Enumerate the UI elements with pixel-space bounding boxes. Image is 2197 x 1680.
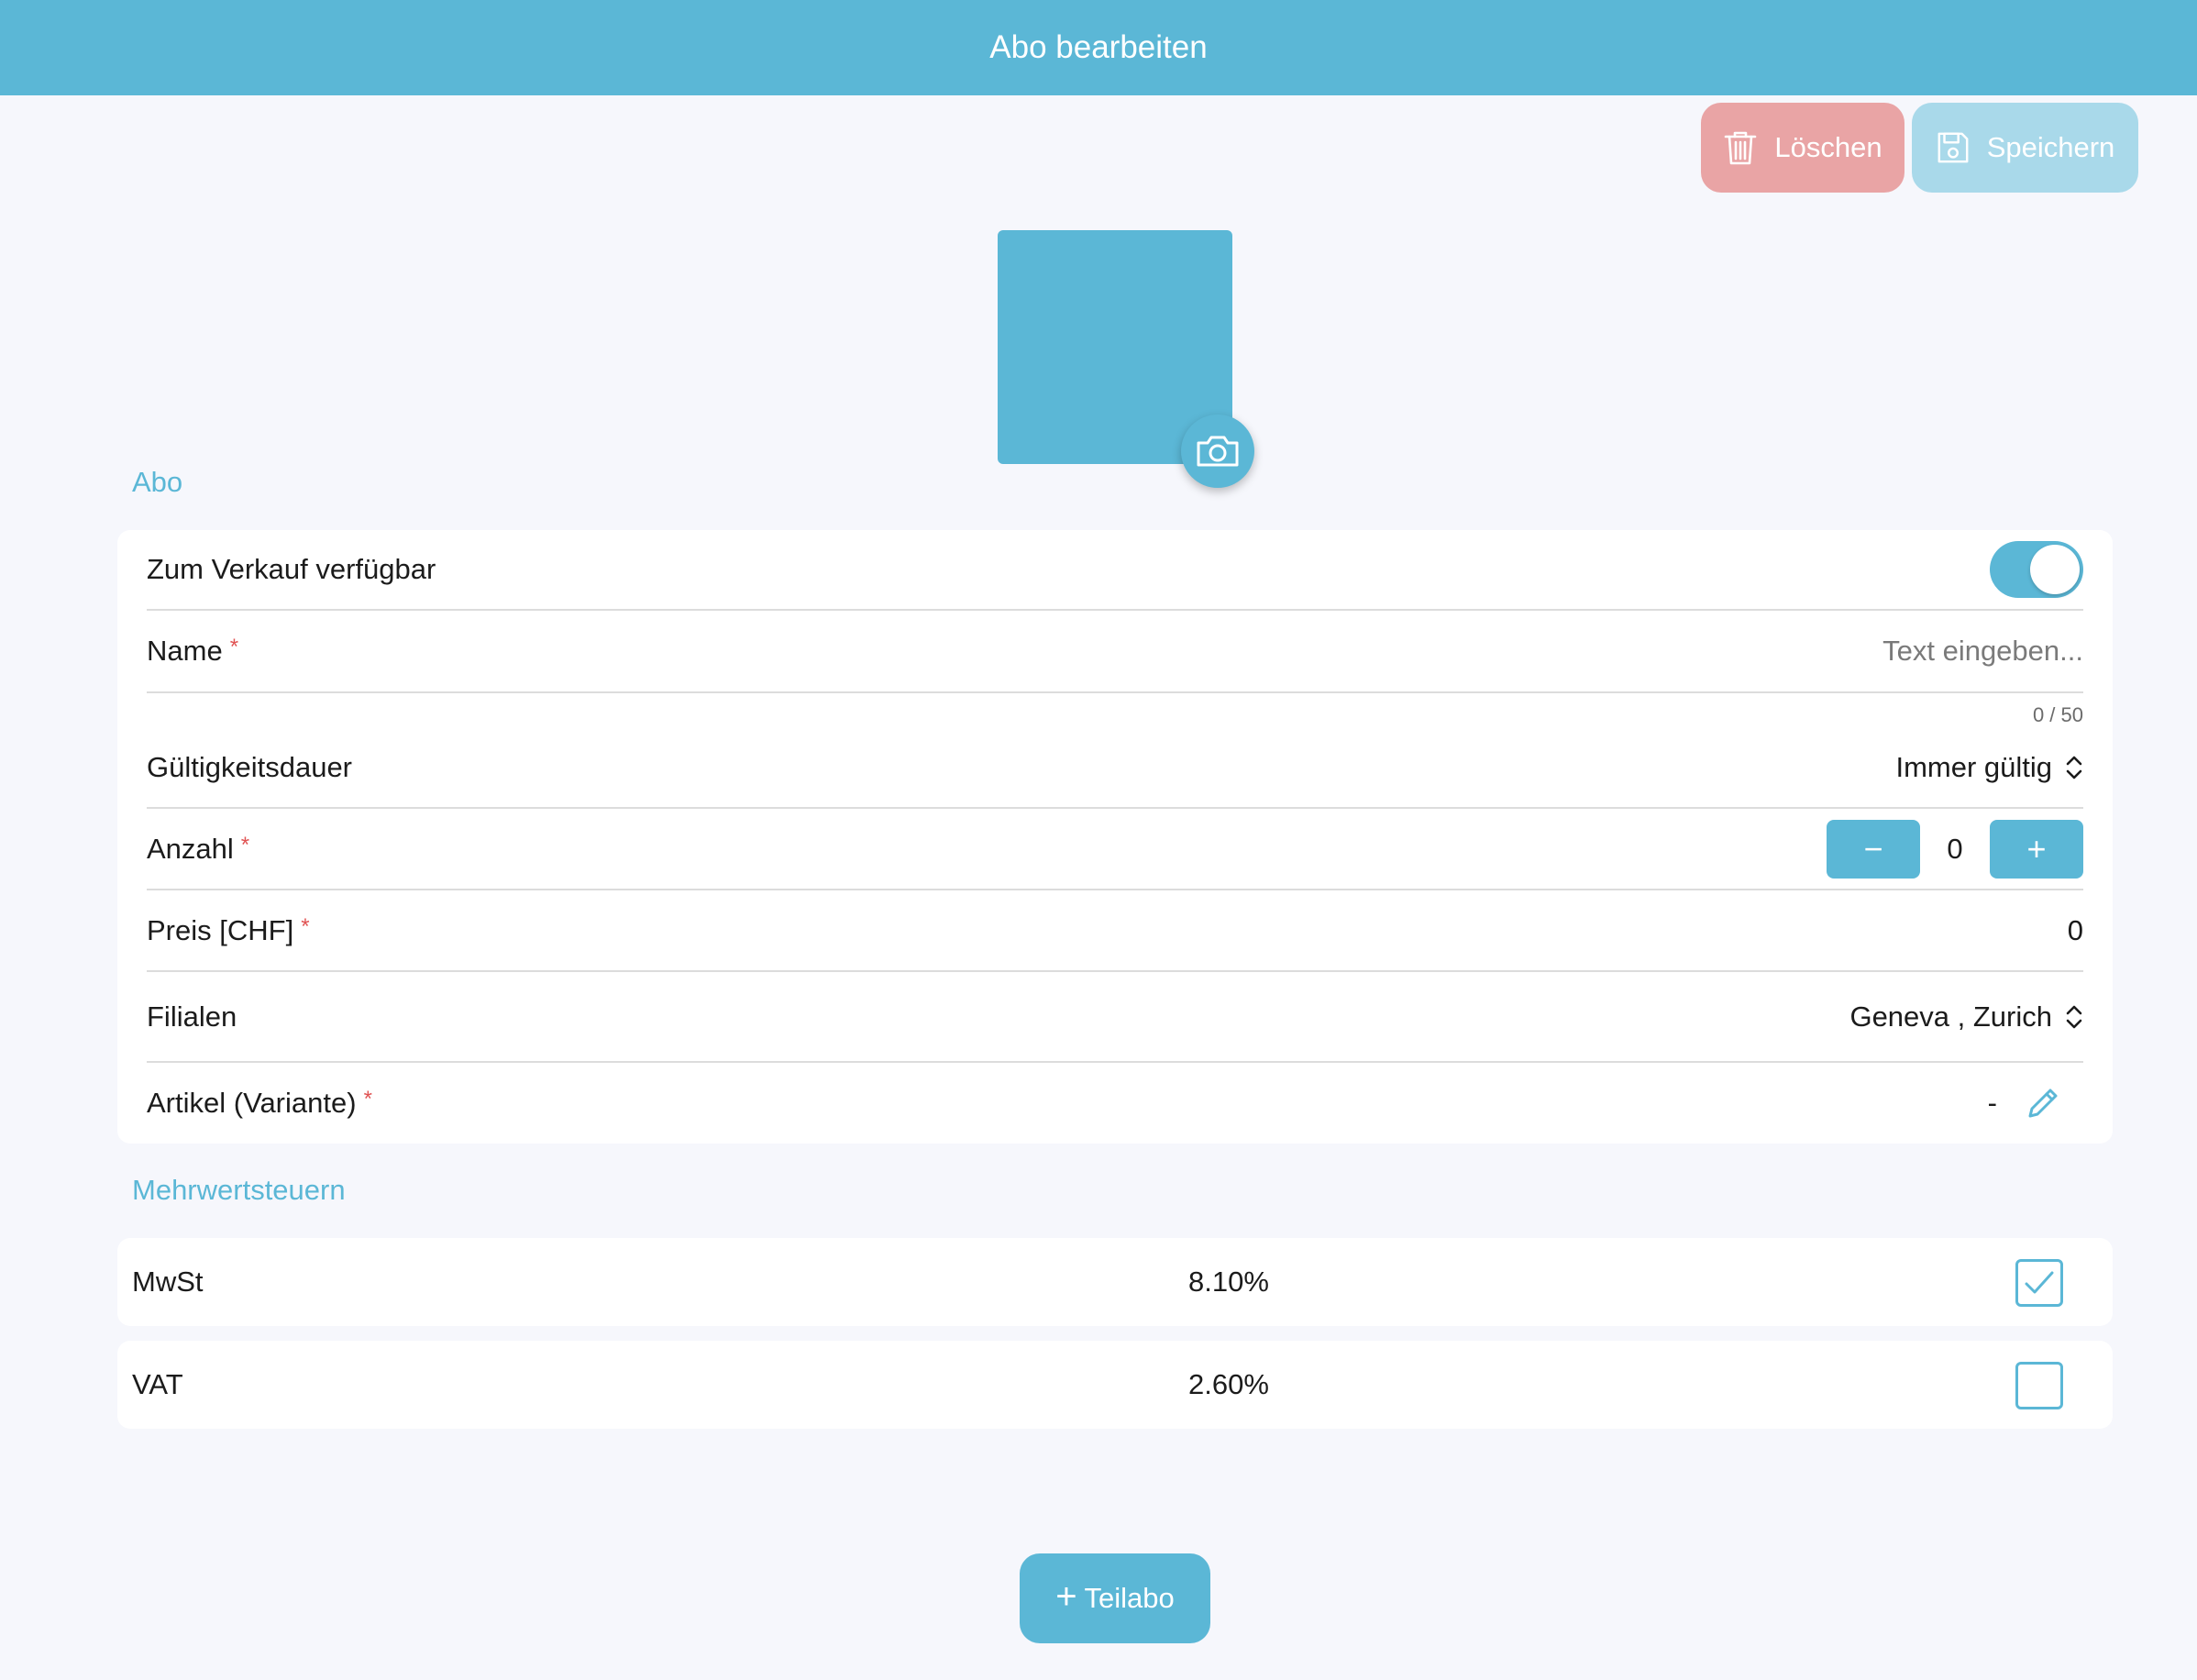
required-marker: *	[229, 635, 239, 659]
available-label: Zum Verkauf verfügbar	[147, 553, 436, 585]
quantity-value[interactable]: 0	[1920, 833, 1990, 866]
validity-label: Gültigkeitsdauer	[147, 751, 353, 783]
article-label-wrap: Artikel (Variante) *	[147, 1087, 372, 1120]
toggle-knob	[2030, 545, 2080, 594]
tax-checkbox-unchecked[interactable]	[2015, 1362, 2063, 1409]
name-char-counter: 0 / 50	[2032, 703, 2083, 726]
validity-value: Immer gültig	[1895, 751, 2052, 783]
camera-icon	[1197, 436, 1239, 467]
top-bar: Abo bearbeiten	[0, 0, 2197, 95]
required-marker: *	[301, 913, 310, 939]
name-label-wrap: Name *	[147, 635, 238, 668]
camera-button[interactable]	[1181, 414, 1254, 488]
article-value-wrap: -	[1988, 1085, 2061, 1122]
tax-checkbox-checked[interactable]	[2015, 1259, 2063, 1307]
tax-rate: 8.10%	[1188, 1266, 1269, 1298]
quantity-label-wrap: Anzahl *	[147, 833, 249, 866]
page-title: Abo bearbeiten	[989, 29, 1208, 65]
quantity-label: Anzahl	[147, 832, 234, 865]
increment-button[interactable]: +	[1990, 819, 2083, 879]
tax-name: VAT	[132, 1368, 183, 1400]
subscription-form-card: Zum Verkauf verfügbar Name * Text eingebe…	[117, 530, 2113, 1144]
delete-button[interactable]: Löschen	[1701, 103, 1904, 193]
save-button-label: Speichern	[1986, 131, 2115, 163]
tax-rate: 2.60%	[1188, 1368, 1269, 1400]
quantity-row: Anzahl * − 0 +	[147, 809, 2083, 890]
name-input[interactable]: Text eingeben...	[1882, 635, 2083, 668]
validity-row[interactable]: Gültigkeitsdauer Immer gültig	[147, 728, 2083, 809]
branches-select[interactable]: Geneva , Zurich	[1849, 1000, 2083, 1033]
plus-icon: +	[1055, 1576, 1077, 1617]
price-label-wrap: Preis [CHF] *	[147, 914, 310, 947]
chevron-up-down-icon	[2066, 756, 2082, 779]
floppy-disk-icon	[1938, 132, 1969, 163]
article-row: Artikel (Variante) * -	[147, 1063, 2083, 1144]
add-sub-subscription-label: Teilabo	[1084, 1582, 1175, 1614]
branches-row[interactable]: Filialen Geneva , Zurich	[147, 972, 2083, 1063]
tax-row: MwSt 8.10%	[117, 1238, 2113, 1326]
price-row: Preis [CHF] * 0	[147, 890, 2083, 972]
validity-select[interactable]: Immer gültig	[1895, 751, 2083, 784]
article-value: -	[1987, 1087, 1997, 1119]
tax-name: MwSt	[132, 1266, 204, 1298]
branches-label: Filialen	[147, 1000, 237, 1033]
chevron-up-down-icon	[2066, 1005, 2082, 1028]
edit-subscription-page: Abo bearbeiten Löschen Speichern Abo Zum…	[0, 0, 2197, 1680]
price-input[interactable]: 0	[2068, 914, 2083, 947]
pencil-icon[interactable]	[2025, 1085, 2061, 1122]
decrement-button[interactable]: −	[1827, 819, 1920, 879]
checkmark-icon	[2025, 1271, 2054, 1294]
delete-button-label: Löschen	[1774, 131, 1882, 163]
available-toggle[interactable]	[1990, 541, 2083, 598]
branches-value: Geneva , Zurich	[1849, 1000, 2052, 1033]
tax-row: VAT 2.60%	[117, 1341, 2113, 1429]
save-button[interactable]: Speichern	[1912, 103, 2138, 193]
section-title-taxes: Mehrwertsteuern	[132, 1174, 346, 1206]
section-title-abo: Abo	[132, 466, 183, 498]
article-label: Artikel (Variante)	[147, 1087, 357, 1119]
required-marker: *	[363, 1087, 372, 1111]
trash-icon	[1725, 131, 1757, 165]
name-label: Name	[147, 635, 223, 667]
price-label: Preis [CHF]	[147, 913, 294, 946]
required-marker: *	[240, 832, 250, 857]
available-row: Zum Verkauf verfügbar	[147, 530, 2083, 611]
add-sub-subscription-button[interactable]: + Teilabo	[1020, 1553, 1210, 1643]
quantity-stepper: − 0 +	[1827, 819, 2083, 879]
name-row: Name * Text eingeben...	[147, 611, 2083, 693]
